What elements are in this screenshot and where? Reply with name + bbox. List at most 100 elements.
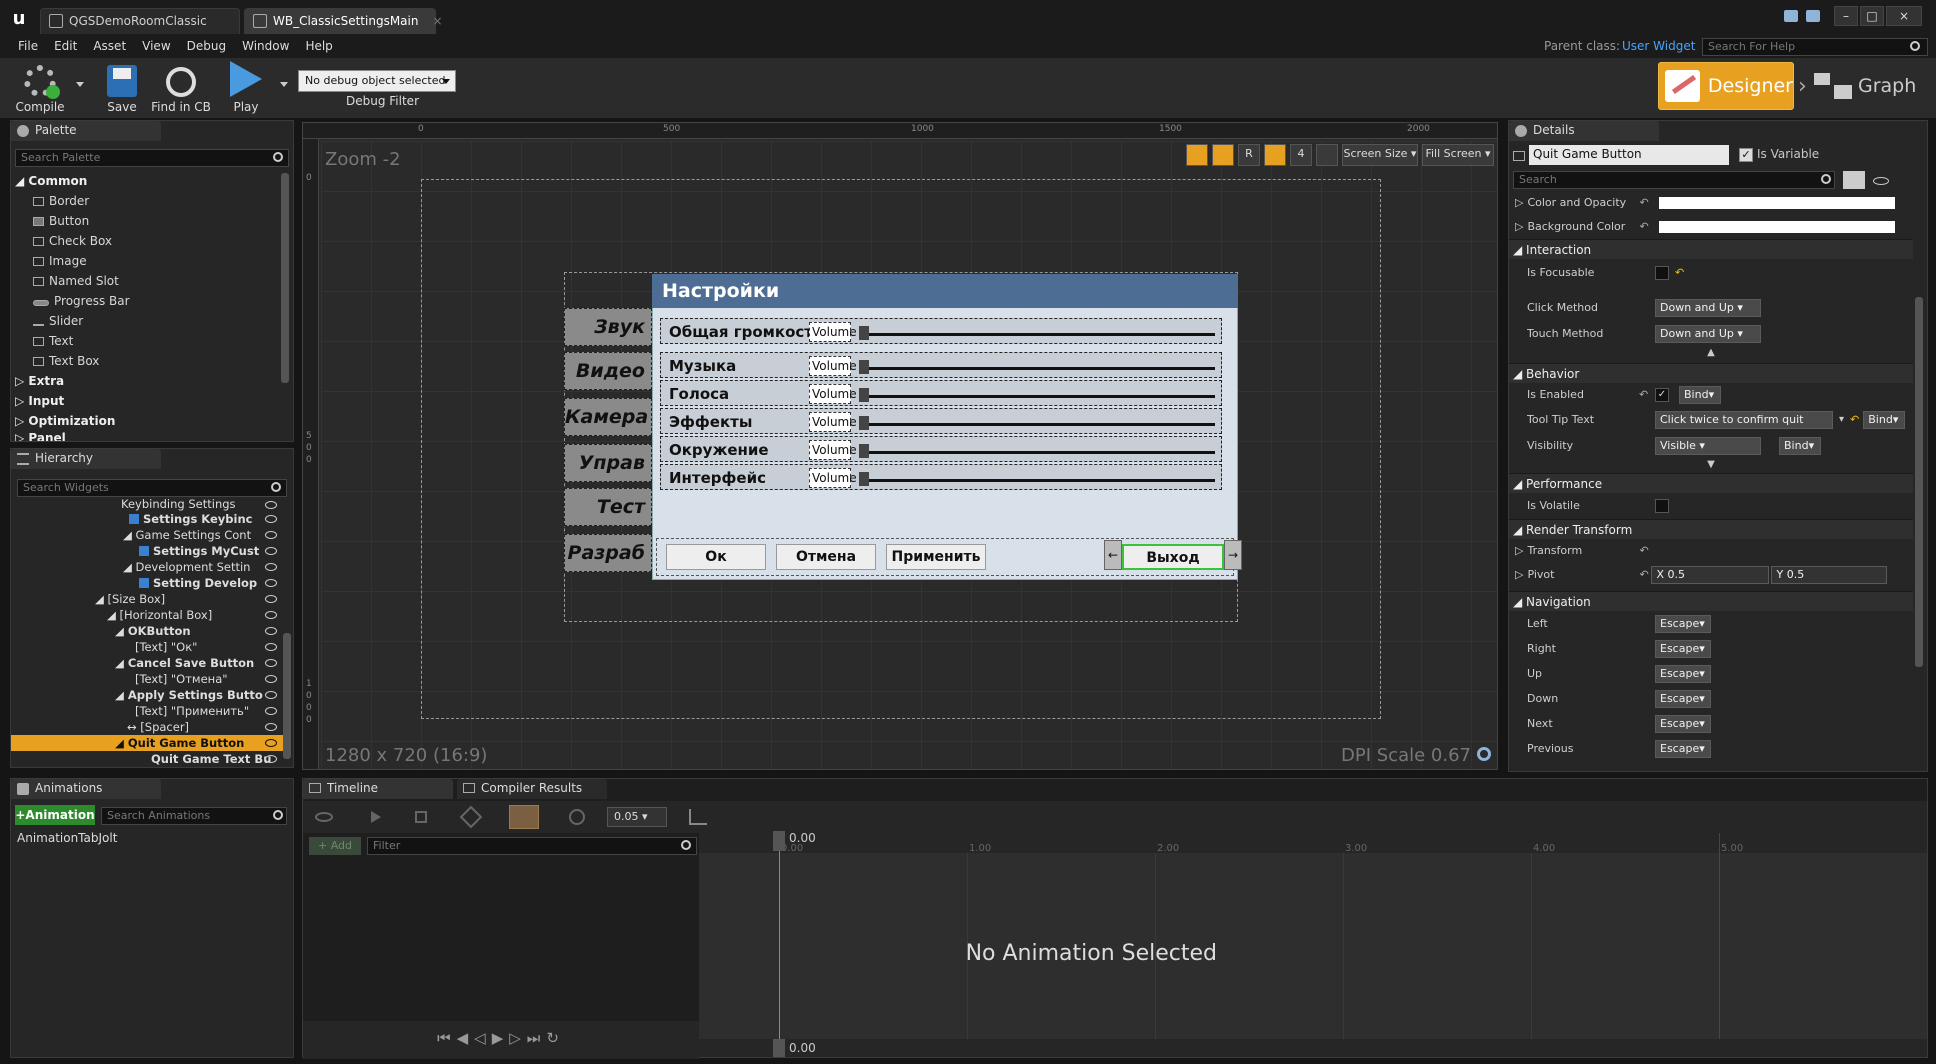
maximize-button[interactable]: □ bbox=[1860, 6, 1884, 26]
visibility-eye-icon[interactable] bbox=[265, 643, 277, 651]
grid-snap-button[interactable] bbox=[1264, 144, 1286, 166]
palette-category-panel[interactable]: ▷ Panel bbox=[11, 431, 281, 441]
debug-object-combo[interactable]: No debug object selected bbox=[298, 70, 456, 92]
palette-category-common[interactable]: ◢ Common bbox=[11, 171, 281, 191]
palette-item-progress-bar[interactable]: Progress Bar bbox=[11, 291, 281, 311]
side-tab-camera[interactable]: Камера bbox=[564, 398, 652, 436]
nav-next-combo[interactable]: Escape▾ bbox=[1655, 714, 1711, 733]
loop-icon[interactable]: ↻ bbox=[546, 1029, 565, 1047]
palette-category-extra[interactable]: ▷ Extra bbox=[11, 371, 281, 391]
volume-slider-thumb[interactable] bbox=[859, 472, 869, 486]
visibility-bind-button[interactable]: Bind▾ bbox=[1779, 437, 1821, 455]
tooltip-arrow-icon[interactable]: ▾ bbox=[1839, 410, 1844, 430]
palette-category-optimization[interactable]: ▷ Optimization bbox=[11, 411, 281, 431]
section-render-transform[interactable]: ◢ Render Transform bbox=[1509, 519, 1913, 539]
visibility-eye-icon[interactable] bbox=[265, 579, 277, 587]
source-control-icon[interactable] bbox=[1806, 10, 1820, 22]
minimize-button[interactable]: – bbox=[1834, 6, 1858, 26]
volume-slider-track[interactable] bbox=[861, 333, 1215, 336]
volume-slider-thumb[interactable] bbox=[859, 388, 869, 402]
play-options-arrow-icon[interactable] bbox=[280, 82, 288, 87]
tree-row[interactable]: ◢ [Size Box] bbox=[11, 591, 285, 607]
compile-options-arrow-icon[interactable] bbox=[76, 82, 84, 87]
tab-qgsdemoroomclassic[interactable]: QGSDemoRoomClassic bbox=[40, 8, 240, 34]
reset-arrow-icon[interactable]: ↶ bbox=[1639, 541, 1648, 561]
close-window-button[interactable]: × bbox=[1886, 6, 1922, 26]
pivot-x-input[interactable]: X 0.5 bbox=[1651, 566, 1770, 584]
menu-debug[interactable]: Debug bbox=[179, 36, 234, 58]
tooltip-text-input[interactable]: Click twice to confirm quit bbox=[1655, 411, 1833, 429]
respect-locks-button[interactable] bbox=[1212, 144, 1234, 166]
dpi-settings-gear-icon[interactable] bbox=[1477, 747, 1491, 761]
animations-tab[interactable]: Animations bbox=[11, 779, 161, 799]
quit-button[interactable]: Выход bbox=[1122, 544, 1224, 570]
volume-slider-track[interactable] bbox=[861, 479, 1215, 482]
palette-item-slider[interactable]: Slider bbox=[11, 311, 281, 331]
visibility-eye-icon[interactable] bbox=[265, 515, 277, 523]
animations-search-input[interactable]: Search Animations bbox=[101, 807, 287, 825]
playback-triangle-icon[interactable] bbox=[371, 811, 381, 823]
hierarchy-scrollbar[interactable] bbox=[283, 633, 291, 759]
reset-arrow-icon[interactable]: ↶ bbox=[1639, 193, 1648, 213]
volume-slider-track[interactable] bbox=[861, 367, 1215, 370]
visibility-eye-icon[interactable] bbox=[265, 501, 277, 509]
expand-advanced-icon[interactable]: ▲ bbox=[1509, 347, 1913, 363]
tree-row[interactable]: Setting Develop bbox=[11, 575, 285, 591]
key-square-icon[interactable] bbox=[415, 811, 427, 823]
tree-row[interactable]: Quit Game Text Bu bbox=[11, 751, 285, 767]
timeline-tab[interactable]: Timeline bbox=[303, 779, 453, 799]
tab-wb-classicsettingsmain[interactable]: WB_ClassicSettingsMain × bbox=[244, 8, 443, 34]
nav-down-combo[interactable]: Escape▾ bbox=[1655, 689, 1711, 708]
reset-arrow-icon[interactable]: ↶ bbox=[1850, 410, 1859, 430]
transform-move-icon[interactable] bbox=[459, 805, 483, 829]
visibility-eye-icon[interactable] bbox=[265, 659, 277, 667]
tree-row[interactable]: ◢ Game Settings Cont bbox=[11, 527, 285, 543]
is-enabled-checkbox[interactable]: ✓ bbox=[1655, 388, 1669, 402]
side-tab-test[interactable]: Тест bbox=[564, 488, 652, 526]
visibility-eye-icon[interactable] bbox=[265, 707, 277, 715]
reset-arrow-icon[interactable]: ↶ bbox=[1639, 217, 1648, 237]
grid-size-value[interactable]: 4 bbox=[1290, 144, 1312, 166]
end-marker[interactable] bbox=[1719, 833, 1720, 1057]
is-variable-checkbox[interactable]: ✓ bbox=[1739, 148, 1753, 162]
is-volatile-checkbox[interactable] bbox=[1655, 499, 1669, 513]
tree-row[interactable]: ◢ OKButton bbox=[11, 623, 285, 639]
palette-item-check-box[interactable]: Check Box bbox=[11, 231, 281, 251]
menu-file[interactable]: File bbox=[10, 36, 46, 58]
play-reverse-icon[interactable]: ◁ bbox=[474, 1029, 492, 1047]
menu-help[interactable]: Help bbox=[297, 36, 340, 58]
snap-toggle-button[interactable] bbox=[509, 805, 539, 829]
visibility-eye-icon[interactable] bbox=[265, 723, 277, 731]
tree-row[interactable]: ◢ Cancel Save Button bbox=[11, 655, 285, 671]
background-color-swatch[interactable] bbox=[1658, 221, 1895, 233]
section-navigation[interactable]: ◢ Navigation bbox=[1509, 591, 1913, 611]
designer-mode-button[interactable]: Designer bbox=[1658, 62, 1794, 110]
menu-edit[interactable]: Edit bbox=[46, 36, 85, 58]
notification-icon[interactable] bbox=[1784, 10, 1798, 22]
zoom-to-fit-button[interactable] bbox=[1316, 144, 1338, 166]
volume-slider-track[interactable] bbox=[861, 451, 1215, 454]
section-interaction[interactable]: ◢ Interaction bbox=[1509, 239, 1913, 259]
side-tab-video[interactable]: Видео bbox=[564, 352, 652, 390]
ok-button[interactable]: Ок bbox=[666, 544, 766, 570]
widget-name-input[interactable]: Quit Game Button bbox=[1529, 145, 1729, 165]
hierarchy-tab[interactable]: Hierarchy bbox=[11, 449, 161, 469]
animation-list-item[interactable]: AnimationTabJolt bbox=[17, 831, 117, 845]
play-icon[interactable]: ▶ bbox=[492, 1029, 510, 1047]
volume-slider-thumb[interactable] bbox=[859, 326, 869, 340]
tree-row[interactable]: [Text] "Ок" bbox=[11, 639, 285, 655]
visibility-eye-icon[interactable] bbox=[265, 611, 277, 619]
palette-item-named-slot[interactable]: Named Slot bbox=[11, 271, 281, 291]
cancel-button[interactable]: Отмена bbox=[776, 544, 876, 570]
nav-up-combo[interactable]: Escape▾ bbox=[1655, 664, 1711, 683]
timeline-track-area[interactable]: 0.00 1.00 2.00 3.00 4.00 5.00 0.00 0.00 … bbox=[699, 831, 1927, 1057]
visibility-eye-icon[interactable] bbox=[265, 755, 277, 763]
visibility-eye-icon[interactable] bbox=[265, 595, 277, 603]
view-options-eye-icon[interactable] bbox=[1873, 177, 1889, 185]
side-tab-sound[interactable]: Звук bbox=[564, 308, 652, 346]
visibility-eye-icon[interactable] bbox=[265, 675, 277, 683]
volume-slider-thumb[interactable] bbox=[859, 416, 869, 430]
r-button[interactable]: R bbox=[1238, 144, 1260, 166]
compiler-results-tab[interactable]: Compiler Results bbox=[457, 779, 607, 799]
palette-category-input[interactable]: ▷ Input bbox=[11, 391, 281, 411]
